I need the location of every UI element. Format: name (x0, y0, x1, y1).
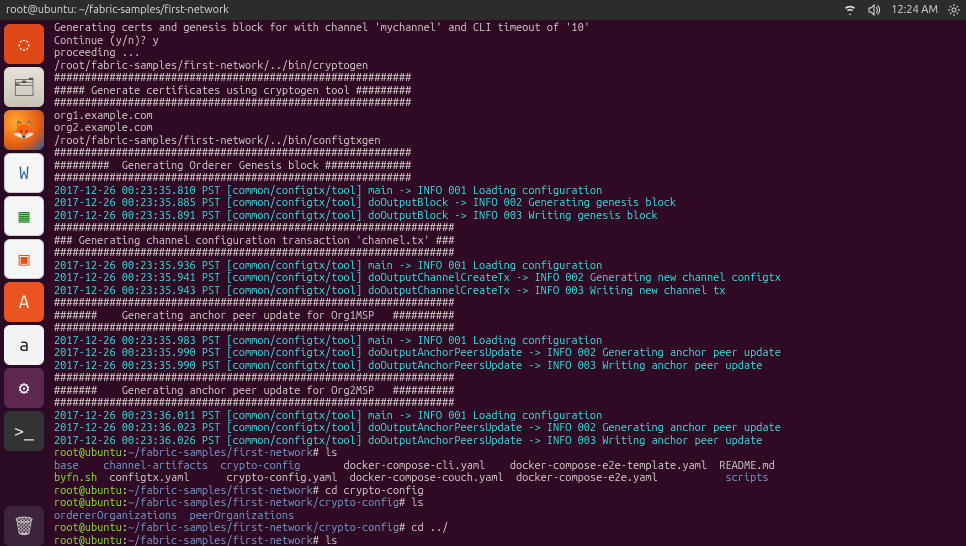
terminal-line: 2017-12-26 00:23:35.990 PST [common/conf… (54, 360, 960, 373)
terminal-line: 2017-12-26 00:23:35.941 PST [common/conf… (54, 272, 960, 285)
terminal-line: 2017-12-26 00:23:35.983 PST [common/conf… (54, 335, 960, 348)
unity-launcher: ◌🗂🦊W▦▣Aa⚙>_ 🗑 (0, 20, 48, 546)
terminal-line: 2017-12-26 00:23:35.943 PST [common/conf… (54, 285, 960, 298)
terminal-line: 2017-12-26 00:23:35.891 PST [common/conf… (54, 210, 960, 223)
terminal-line: ########################################… (54, 172, 960, 185)
terminal-prompt[interactable]: root@ubuntu:~/fabric-samples/first-netwo… (54, 522, 960, 535)
terminal-line: 2017-12-26 00:23:35.885 PST [common/conf… (54, 197, 960, 210)
system-indicators[interactable]: 12:24 AM (843, 4, 960, 16)
terminal-line: Generating certs and genesis block for w… (54, 22, 960, 35)
terminal-line: ########################################… (54, 247, 960, 260)
terminal-line: 2017-12-26 00:23:35.990 PST [common/conf… (54, 347, 960, 360)
terminal-line: ########################################… (54, 72, 960, 85)
network-icon[interactable] (843, 4, 857, 16)
clock[interactable]: 12:24 AM (891, 4, 938, 16)
launcher-ubuntu-dash[interactable]: ◌ (4, 24, 44, 64)
sound-icon[interactable] (867, 4, 881, 16)
launcher-files[interactable]: 🗂 (4, 67, 44, 107)
terminal-prompt[interactable]: root@ubuntu:~/fabric-samples/first-netwo… (54, 447, 960, 460)
terminal-line: ##### Generate certificates using crypto… (54, 85, 960, 98)
terminal-line: Continue (y/n)? y (54, 35, 960, 48)
terminal-window[interactable]: Generating certs and genesis block for w… (48, 20, 966, 546)
terminal-line: ######### Generating Orderer Genesis blo… (54, 160, 960, 173)
gear-icon[interactable] (948, 4, 960, 16)
terminal-line: 2017-12-26 00:23:35.810 PST [common/conf… (54, 185, 960, 198)
terminal-line: byfn.sh configtx.yaml crypto-config.yaml… (54, 472, 960, 485)
launcher-amazon[interactable]: a (4, 325, 44, 365)
terminal-prompt[interactable]: root@ubuntu:~/fabric-samples/first-netwo… (54, 497, 960, 510)
window-title: root@ubuntu: ~/fabric-samples/first-netw… (6, 4, 843, 16)
terminal-prompt[interactable]: root@ubuntu:~/fabric-samples/first-netwo… (54, 485, 960, 498)
terminal-line: 2017-12-26 00:23:36.026 PST [common/conf… (54, 435, 960, 448)
terminal-line: ########################################… (54, 322, 960, 335)
terminal-line: ########################################… (54, 222, 960, 235)
terminal-line: /root/fabric-samples/first-network/../bi… (54, 60, 960, 73)
terminal-line: /root/fabric-samples/first-network/../bi… (54, 135, 960, 148)
launcher-trash[interactable]: 🗑 (4, 506, 44, 546)
terminal-line: 2017-12-26 00:23:36.011 PST [common/conf… (54, 410, 960, 423)
terminal-line: 2017-12-26 00:23:35.936 PST [common/conf… (54, 260, 960, 273)
launcher-settings[interactable]: ⚙ (4, 368, 44, 408)
launcher-terminal[interactable]: >_ (4, 411, 44, 451)
terminal-line: ordererOrganizations peerOrganizations (54, 510, 960, 523)
terminal-line: ########################################… (54, 372, 960, 385)
launcher-libreoffice-writer[interactable]: W (4, 153, 44, 193)
terminal-line: ########################################… (54, 397, 960, 410)
terminal-line: 2017-12-26 00:23:36.023 PST [common/conf… (54, 422, 960, 435)
terminal-line: ####### Generating anchor peer update fo… (54, 385, 960, 398)
terminal-line: ########################################… (54, 97, 960, 110)
terminal-line: ####### Generating anchor peer update fo… (54, 310, 960, 323)
menu-bar: root@ubuntu: ~/fabric-samples/first-netw… (0, 0, 966, 20)
terminal-line: ########################################… (54, 297, 960, 310)
terminal-line: ########################################… (54, 147, 960, 160)
terminal-line: org2.example.com (54, 122, 960, 135)
launcher-ubuntu-software[interactable]: A (4, 282, 44, 322)
terminal-prompt[interactable]: root@ubuntu:~/fabric-samples/first-netwo… (54, 535, 960, 546)
terminal-line: org1.example.com (54, 110, 960, 123)
launcher-libreoffice-impress[interactable]: ▣ (4, 239, 44, 279)
terminal-line: proceeding ... (54, 47, 960, 60)
terminal-line: ### Generating channel configuration tra… (54, 235, 960, 248)
terminal-line: base channel-artifacts crypto-config doc… (54, 460, 960, 473)
launcher-libreoffice-calc[interactable]: ▦ (4, 196, 44, 236)
launcher-firefox[interactable]: 🦊 (4, 110, 44, 150)
